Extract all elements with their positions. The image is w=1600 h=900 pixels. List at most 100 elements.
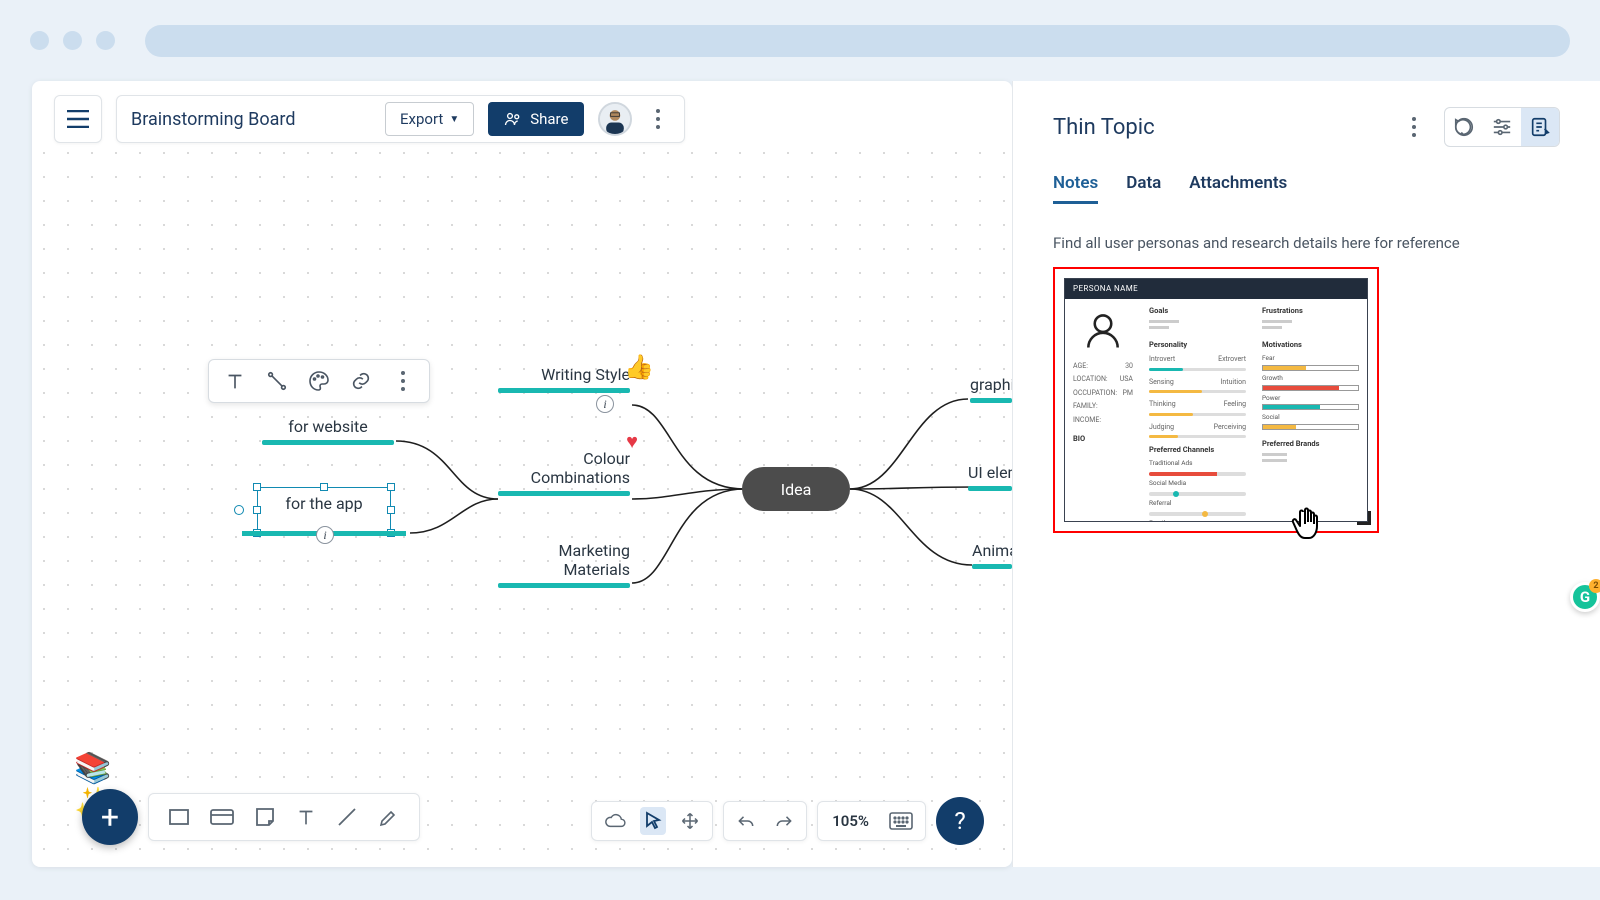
cloud-icon — [604, 812, 626, 830]
color-button[interactable] — [299, 363, 339, 399]
help-button[interactable]: ? — [936, 797, 984, 845]
keyboard-button[interactable] — [885, 808, 917, 834]
highlighter-button[interactable] — [377, 805, 401, 829]
pointer-tool-button[interactable] — [640, 807, 666, 835]
mindmap-node-selected[interactable]: for the app i — [257, 487, 391, 533]
card-shape-button[interactable] — [209, 805, 235, 829]
add-button[interactable]: + — [82, 789, 138, 845]
mindmap-center-node[interactable]: Idea — [742, 467, 850, 511]
cloud-sync-button[interactable] — [600, 808, 630, 834]
panel-tabs: Notes Data Attachments — [1053, 173, 1560, 204]
node-underline — [498, 583, 630, 588]
side-panel: Thin Topic Notes Data Attachments Find a… — [1012, 81, 1600, 867]
card-icon — [209, 805, 235, 829]
connector-button[interactable] — [257, 363, 297, 399]
export-button[interactable]: Export ▼ — [385, 102, 474, 136]
comment-icon — [1453, 116, 1475, 138]
avatar-image — [600, 102, 630, 136]
canvas[interactable]: Brainstorming Board Export ▼ Share — [32, 81, 1012, 867]
notes-editor-button[interactable] — [1521, 108, 1559, 146]
tab-data[interactable]: Data — [1126, 173, 1161, 204]
mindmap-node[interactable]: for website — [262, 417, 394, 445]
more-icon — [391, 371, 415, 391]
mindmap-node[interactable]: Marketing Materials — [498, 541, 630, 588]
redo-icon — [774, 813, 794, 829]
text-style-button[interactable] — [215, 363, 255, 399]
node-label: Writing Style — [498, 365, 630, 384]
node-label: Marketing Materials — [498, 541, 630, 579]
undo-icon — [736, 813, 756, 829]
resize-handle[interactable] — [1357, 511, 1371, 525]
palette-icon — [307, 369, 331, 393]
mindmap-node[interactable]: 👍 Writing Style i — [498, 365, 630, 393]
node-underline — [262, 440, 394, 445]
redo-button[interactable] — [770, 809, 798, 833]
main-menu-button[interactable] — [54, 95, 102, 143]
sticky-shape-button[interactable] — [253, 805, 277, 829]
mindmap-node[interactable]: ♥ Colour Combinations — [498, 449, 630, 496]
node-underline — [968, 486, 1012, 491]
keyboard-icon — [889, 812, 913, 830]
pan-tool-button[interactable] — [676, 807, 704, 835]
persona-attachment[interactable]: PERSONA NAME AGE:30 LOCATION:USA OCCUPAT… — [1053, 267, 1379, 533]
link-icon — [350, 370, 372, 392]
highlighter-icon — [377, 805, 401, 829]
title-bar: Brainstorming Board Export ▼ Share — [116, 95, 685, 143]
panel-title: Thin Topic — [1053, 115, 1155, 140]
node-underline — [970, 398, 1012, 403]
more-button[interactable] — [383, 363, 423, 399]
rectangle-icon — [167, 805, 191, 829]
window-dot — [96, 31, 115, 50]
link-button[interactable] — [341, 363, 381, 399]
line-icon — [335, 805, 359, 829]
grammarly-badge[interactable]: G — [1570, 582, 1600, 612]
zoom-level[interactable]: 105% — [826, 812, 875, 830]
panel-action-group — [1444, 107, 1560, 147]
context-toolbar — [208, 359, 430, 403]
heart-icon: ♥ — [626, 429, 638, 454]
board-title[interactable]: Brainstorming Board — [131, 109, 371, 130]
panel-more-button[interactable] — [1402, 117, 1426, 137]
text-shape-button[interactable] — [295, 806, 317, 828]
chevron-down-icon: ▼ — [449, 114, 459, 125]
tab-attachments[interactable]: Attachments — [1189, 173, 1287, 204]
more-menu-button[interactable] — [646, 109, 670, 129]
url-bar[interactable] — [145, 25, 1570, 57]
user-avatar[interactable] — [598, 102, 632, 136]
node-label: Animations — [972, 541, 1012, 560]
thumbs-up-icon: 👍 — [624, 353, 654, 381]
hamburger-icon — [67, 110, 89, 128]
info-icon[interactable]: i — [596, 395, 614, 413]
persona-header: PERSONA NAME — [1065, 279, 1367, 299]
cursor-hand-icon — [1287, 500, 1335, 554]
tab-notes[interactable]: Notes — [1053, 173, 1098, 204]
rectangle-shape-button[interactable] — [167, 805, 191, 829]
node-label[interactable]: for the app — [258, 488, 390, 519]
browser-chrome — [0, 0, 1600, 81]
node-label: UI elements — [968, 463, 1012, 482]
shape-toolbar — [148, 793, 420, 841]
line-shape-button[interactable] — [335, 805, 359, 829]
pointer-icon — [644, 811, 662, 831]
note-text[interactable]: Find all user personas and research deta… — [1053, 232, 1560, 255]
node-label: Colour Combinations — [498, 449, 630, 487]
zoom-tools: 105% — [817, 801, 926, 841]
share-button[interactable]: Share — [488, 102, 584, 136]
comments-button[interactable] — [1445, 108, 1483, 146]
info-icon[interactable]: i — [316, 526, 334, 544]
export-label: Export — [400, 110, 443, 128]
settings-button[interactable] — [1483, 108, 1521, 146]
history-tools — [723, 801, 807, 841]
canvas-tools — [591, 801, 713, 841]
user-icon — [1081, 309, 1125, 353]
people-icon — [504, 111, 522, 127]
window-dot — [63, 31, 82, 50]
undo-button[interactable] — [732, 809, 760, 833]
connector-handle[interactable] — [234, 505, 244, 515]
node-label: graphic style — [970, 375, 1012, 394]
sliders-icon — [1491, 117, 1513, 137]
center-node-label: Idea — [781, 480, 812, 499]
node-underline — [498, 491, 630, 496]
node-underline — [972, 564, 1012, 569]
sticky-icon — [253, 805, 277, 829]
